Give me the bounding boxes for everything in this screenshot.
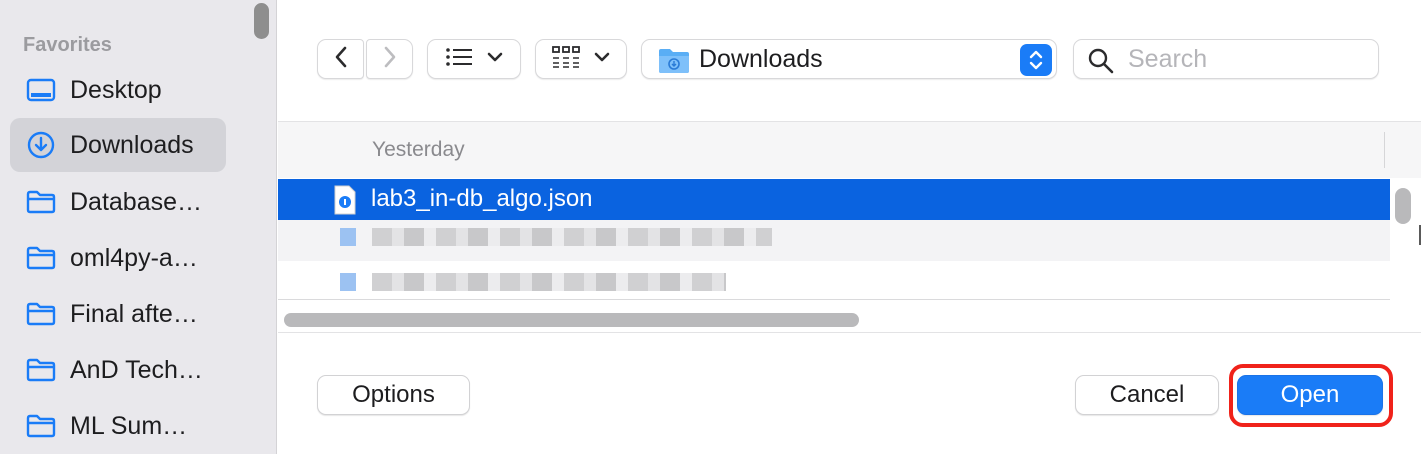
list-view-button[interactable] (427, 39, 521, 79)
search-input[interactable] (1128, 43, 1368, 75)
folder-icon (26, 411, 56, 441)
path-label: Downloads (699, 45, 823, 73)
cancel-button[interactable]: Cancel (1075, 375, 1219, 415)
chevron-down-icon (594, 50, 610, 68)
sidebar-item-label: Final afte… (70, 299, 198, 328)
folder-icon (26, 187, 56, 217)
sidebar-item-oml4py[interactable]: oml4py-a… (10, 231, 226, 285)
folder-icon (26, 299, 56, 329)
download-circle-icon (26, 130, 56, 160)
file-list: Yesterday lab3_in-db_algo.json (278, 121, 1421, 333)
folder-icon (26, 355, 56, 385)
horizontal-scrollbar[interactable] (284, 313, 859, 327)
vertical-scrollbar[interactable] (1395, 188, 1411, 224)
updown-chevron-icon (1020, 44, 1052, 76)
blurred-file-name (372, 273, 726, 291)
desktop-icon (26, 75, 56, 105)
sidebar-item-downloads[interactable]: Downloads (10, 118, 226, 172)
sidebar-item-label: Downloads (70, 130, 194, 159)
search-icon (1088, 48, 1114, 79)
grid-icon (552, 45, 580, 73)
grid-view-button[interactable] (535, 39, 627, 79)
blurred-file-icon (340, 273, 356, 291)
downloads-folder-icon (658, 46, 690, 79)
sidebar-item-and-tech[interactable]: AnD Tech… (10, 343, 226, 397)
options-button[interactable]: Options (317, 375, 470, 415)
sidebar-item-desktop[interactable]: Desktop (10, 63, 226, 117)
sidebar-item-ml-summary[interactable]: ML Sum… (10, 399, 226, 453)
search-field[interactable] (1073, 39, 1379, 79)
file-browser-panel: Downloads Yesterday lab3_in-db_algo.json (278, 0, 1421, 454)
list-divider (278, 299, 1390, 300)
chevron-left-icon (333, 45, 349, 74)
file-row[interactable]: lab3_in-db_algo.json (278, 179, 1390, 220)
sidebar-section-favorites: Favorites (23, 34, 112, 56)
open-button[interactable]: Open (1237, 375, 1383, 415)
path-popup[interactable]: Downloads (641, 39, 1057, 79)
forward-button[interactable] (366, 39, 413, 79)
blurred-file-icon (340, 228, 356, 246)
file-row[interactable] (278, 261, 1390, 302)
sidebar-item-label: AnD Tech… (70, 355, 203, 384)
json-file-icon (333, 185, 357, 220)
file-name: lab3_in-db_algo.json (371, 185, 593, 212)
sidebar-item-database[interactable]: Database… (10, 175, 226, 229)
sidebar-item-label: Desktop (70, 75, 162, 104)
sidebar-item-label: Database… (70, 187, 203, 216)
file-row[interactable] (278, 220, 1390, 261)
sidebar: Favorites Desktop Downloads Database… om… (0, 0, 277, 454)
group-header: Yesterday (278, 122, 1421, 178)
sidebar-item-label: oml4py-a… (70, 243, 198, 272)
sidebar-item-final-after[interactable]: Final afte… (10, 287, 226, 341)
column-divider[interactable] (1384, 132, 1385, 168)
list-icon (445, 47, 473, 72)
blurred-file-name (372, 228, 772, 246)
chevron-down-icon (487, 50, 503, 68)
sidebar-item-label: ML Sum… (70, 411, 188, 440)
folder-icon (26, 243, 56, 273)
chevron-right-icon (382, 45, 398, 74)
group-header-label: Yesterday (372, 138, 465, 161)
back-button[interactable] (317, 39, 364, 79)
sidebar-scrollbar[interactable] (254, 3, 269, 39)
